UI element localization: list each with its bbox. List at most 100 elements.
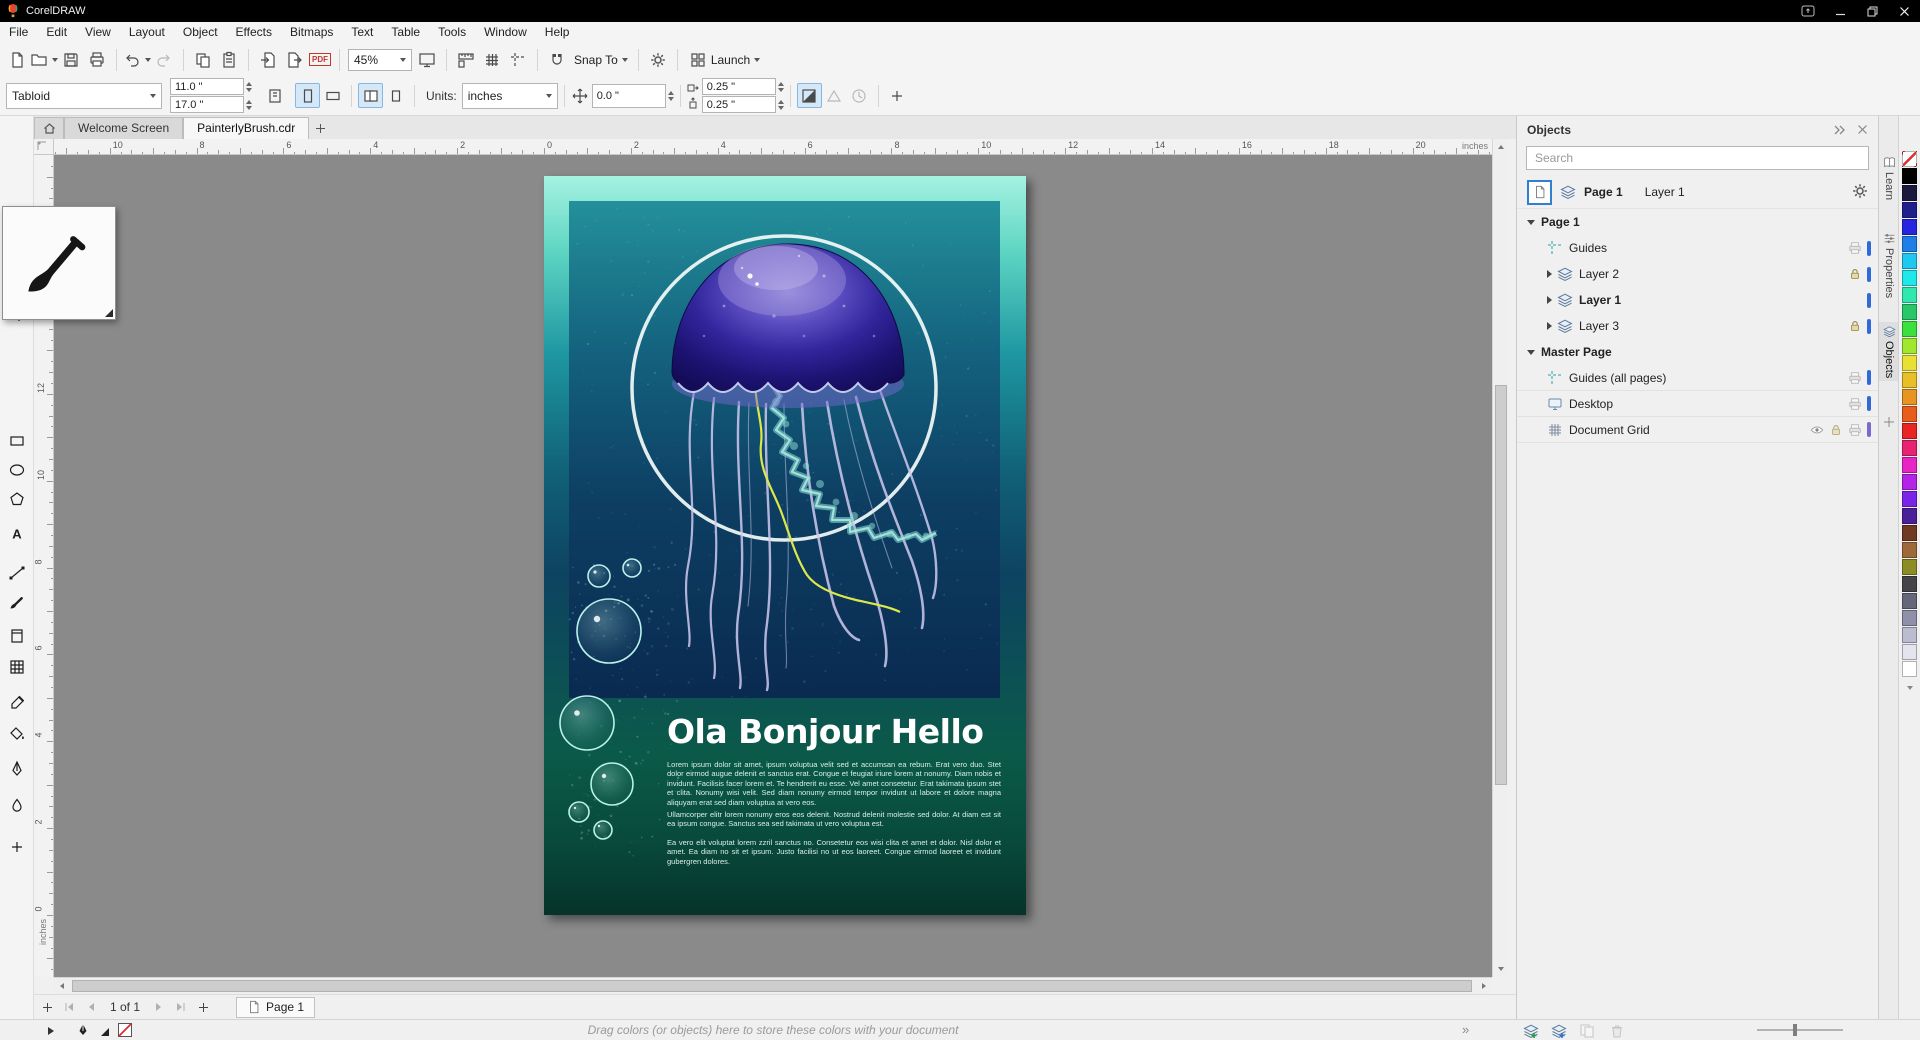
- collapse-icon[interactable]: [1527, 349, 1535, 355]
- printable-icon[interactable]: [1848, 423, 1862, 437]
- tree-row-document-grid[interactable]: Document Grid: [1517, 417, 1878, 443]
- preview-button[interactable]: [847, 83, 872, 108]
- status-expand-icon[interactable]: [46, 1025, 56, 1039]
- add-page-after-button[interactable]: [192, 997, 214, 1017]
- palette-swatch[interactable]: [1902, 219, 1917, 235]
- ruler-origin[interactable]: [34, 139, 54, 155]
- zoom-level-select[interactable]: 45%: [348, 48, 412, 71]
- home-tab[interactable]: [34, 117, 64, 139]
- wireframe-button[interactable]: [822, 83, 847, 108]
- page-size-options-button[interactable]: [262, 83, 287, 108]
- snap-to-dropdown[interactable]: Snap To: [570, 47, 632, 73]
- menu-bitmaps[interactable]: Bitmaps: [281, 22, 342, 43]
- page-width-field[interactable]: 11.0 ": [170, 78, 244, 95]
- eyedropper-tool[interactable]: [4, 690, 30, 716]
- printable-icon[interactable]: [1848, 371, 1862, 385]
- height-down-icon[interactable]: [246, 105, 252, 110]
- duplicate-layer-button[interactable]: [1579, 1023, 1595, 1040]
- palette-swatch[interactable]: [1902, 576, 1917, 592]
- palette-swatch[interactable]: [1902, 627, 1917, 643]
- menu-table[interactable]: Table: [382, 22, 429, 43]
- copy-button[interactable]: [190, 47, 216, 73]
- palette-swatch[interactable]: [1902, 508, 1917, 524]
- show-grid-button[interactable]: [479, 47, 505, 73]
- lock-icon[interactable]: [1829, 423, 1843, 437]
- objects-search-input[interactable]: [1526, 146, 1869, 170]
- palette-swatch[interactable]: [1902, 423, 1917, 439]
- fullscreen-preview-button[interactable]: [414, 47, 440, 73]
- palette-swatch[interactable]: [1902, 304, 1917, 320]
- menu-text[interactable]: Text: [342, 22, 382, 43]
- drawing-canvas[interactable]: Ola Bonjour Hello Lorem ipsum dolor sit …: [54, 155, 1492, 977]
- palette-swatch[interactable]: [1902, 355, 1917, 371]
- docker-options-icon[interactable]: [1852, 183, 1868, 202]
- delete-button[interactable]: [1609, 1023, 1625, 1040]
- menu-layout[interactable]: Layout: [120, 22, 174, 43]
- width-down-icon[interactable]: [246, 87, 252, 92]
- nudge-field[interactable]: 0.0 ": [591, 83, 666, 108]
- smart-fill-tool[interactable]: [4, 721, 30, 747]
- new-tab-button[interactable]: [309, 117, 331, 139]
- layer-color-indicator[interactable]: [1867, 292, 1871, 308]
- horizontal-scroll-thumb[interactable]: [72, 980, 1472, 992]
- show-guidelines-button[interactable]: [505, 47, 531, 73]
- layer-color-indicator[interactable]: [1867, 422, 1871, 437]
- palette-swatch[interactable]: [1902, 491, 1917, 507]
- scroll-down-icon[interactable]: [1493, 961, 1509, 977]
- collapse-icon[interactable]: [1527, 219, 1535, 225]
- publish-pdf-button[interactable]: PDF: [307, 47, 333, 73]
- all-pages-button[interactable]: [358, 83, 383, 108]
- palette-scroll-down-icon[interactable]: [1899, 679, 1920, 693]
- landscape-button[interactable]: [320, 83, 345, 108]
- polygon-tool[interactable]: [4, 486, 30, 512]
- palette-swatch[interactable]: [1902, 593, 1917, 609]
- palette-swatch[interactable]: [1902, 372, 1917, 388]
- rectangle-tool[interactable]: [4, 428, 30, 454]
- layer-color-indicator[interactable]: [1867, 240, 1871, 256]
- snap-off-button[interactable]: [544, 47, 570, 73]
- customize-propbar-button[interactable]: [885, 83, 910, 108]
- print-button[interactable]: [84, 47, 110, 73]
- last-page-button[interactable]: [170, 997, 192, 1017]
- page-height-field[interactable]: 17.0 ": [170, 96, 244, 113]
- printable-icon[interactable]: [1848, 241, 1862, 255]
- scroll-left-icon[interactable]: [54, 978, 70, 994]
- palette-swatch[interactable]: [1902, 338, 1917, 354]
- scroll-right-icon[interactable]: [1476, 978, 1492, 994]
- add-tool-button[interactable]: [4, 834, 30, 860]
- palette-swatch[interactable]: [1902, 185, 1917, 201]
- open-button[interactable]: [30, 47, 58, 73]
- next-page-button[interactable]: [148, 997, 170, 1017]
- menu-effects[interactable]: Effects: [227, 22, 281, 43]
- palette-swatch[interactable]: [1902, 644, 1917, 660]
- page-1-tab[interactable]: Page 1: [236, 996, 316, 1018]
- tab-properties[interactable]: Properties: [1879, 232, 1899, 298]
- dupx-down-icon[interactable]: [777, 87, 784, 92]
- add-page-button[interactable]: [36, 997, 58, 1017]
- layer-color-indicator[interactable]: [1867, 266, 1871, 282]
- show-rulers-button[interactable]: [453, 47, 479, 73]
- paste-button[interactable]: [216, 47, 242, 73]
- tree-row-guides-all-pages[interactable]: Guides (all pages): [1517, 365, 1878, 391]
- quick-customize-button[interactable]: [1879, 416, 1899, 428]
- tree-row-page1[interactable]: Page 1: [1517, 209, 1878, 235]
- duplicate-y-field[interactable]: 0.25 ": [701, 96, 776, 113]
- width-up-icon[interactable]: [246, 81, 252, 86]
- artistic-media-tool[interactable]: [4, 589, 30, 615]
- previous-page-button[interactable]: [80, 997, 102, 1017]
- treat-as-filled-button[interactable]: [796, 83, 822, 108]
- palette-swatch[interactable]: [1902, 151, 1917, 167]
- outline-pen-tool[interactable]: [4, 756, 30, 782]
- layer-color-indicator[interactable]: [1867, 370, 1871, 385]
- tree-row-guides[interactable]: Guides: [1517, 235, 1878, 261]
- menu-edit[interactable]: Edit: [37, 22, 76, 43]
- expand-icon[interactable]: [1547, 322, 1552, 330]
- menu-view[interactable]: View: [76, 22, 120, 43]
- palette-swatch[interactable]: [1902, 610, 1917, 626]
- tree-row-layer2[interactable]: Layer 2: [1517, 261, 1878, 287]
- save-button[interactable]: [58, 47, 84, 73]
- close-button[interactable]: [1888, 0, 1920, 22]
- vertical-scroll-thumb[interactable]: [1495, 385, 1507, 785]
- undo-button[interactable]: [123, 47, 151, 73]
- palette-swatch[interactable]: [1902, 253, 1917, 269]
